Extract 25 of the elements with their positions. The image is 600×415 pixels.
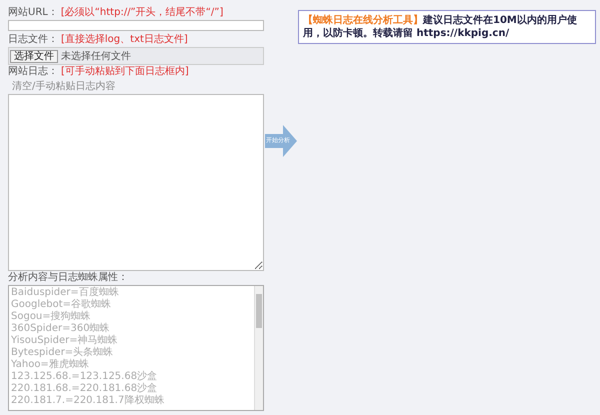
notice-text: 【蜘蛛日志在线分析工具】建议日志文件在10M以内的用户使用，以防卡顿。转载请留 https://kkpig.cn/ [303, 14, 578, 40]
spider-list-line: 220.181.68.=220.181.68沙盒 [11, 383, 158, 394]
spider-list-line: Bytespider=头条蜘蛛 [11, 347, 114, 358]
spider-list-line: 360Spider=360蜘蛛 [11, 323, 111, 334]
scrollbar[interactable] [254, 286, 263, 410]
spider-list-line: Googlebot=谷歌蜘蛛 [11, 299, 112, 310]
log-textarea[interactable] [8, 94, 264, 271]
spider-list-line: Baiduspider=百度蜘蛛 [11, 287, 120, 298]
field-hint: [直接选择log、txt日志文件] [61, 34, 188, 46]
field-hint: [必须以“http://”开头，结尾不带“/”] [60, 7, 224, 19]
spider-list-line: Sogou=搜狗蜘蛛 [11, 311, 92, 322]
spider-list-line: 220.181.7.=220.181.7降权蜘蛛 [11, 395, 166, 407]
spider-list-line: 123.125.68.=123.125.68沙盒 [11, 371, 158, 382]
spider-list-line: Yahoo=雅虎蜘蛛 [11, 359, 90, 371]
url-input-field[interactable] [8, 20, 264, 31]
choose-file-button[interactable]: 选择文件 [10, 50, 58, 62]
field-label: 分析内容与日志蜘蛛属性： [8, 272, 128, 284]
field-label: 网站URL： [8, 7, 58, 19]
field-label: 日志文件： [8, 34, 58, 46]
field-note: 清空/手动粘贴日志内容 [12, 81, 116, 93]
field-hint: [可手动粘贴到下面日志框内] [61, 66, 189, 78]
spider-list-line: YisouSpider=神马蜘蛛 [11, 335, 119, 346]
field-label: 网站日志： [8, 66, 58, 78]
spider-list-textarea[interactable]: Baiduspider=百度蜘蛛 Googlebot=谷歌蜘蛛 Sogou=搜狗蜘蛛 360Spider=360蜘蛛 YisouSpider=神马蜘蛛 Bytespider=头条蜘蛛 Yahoo=雅虎蜘蛛 123.125.68.=123.125.68沙盒 220.181.68.=220.181.68沙盒 220.181.7.=220.181.7降权蜘蛛 [8, 285, 264, 411]
file-status: 未选择任何文件 [61, 50, 131, 63]
